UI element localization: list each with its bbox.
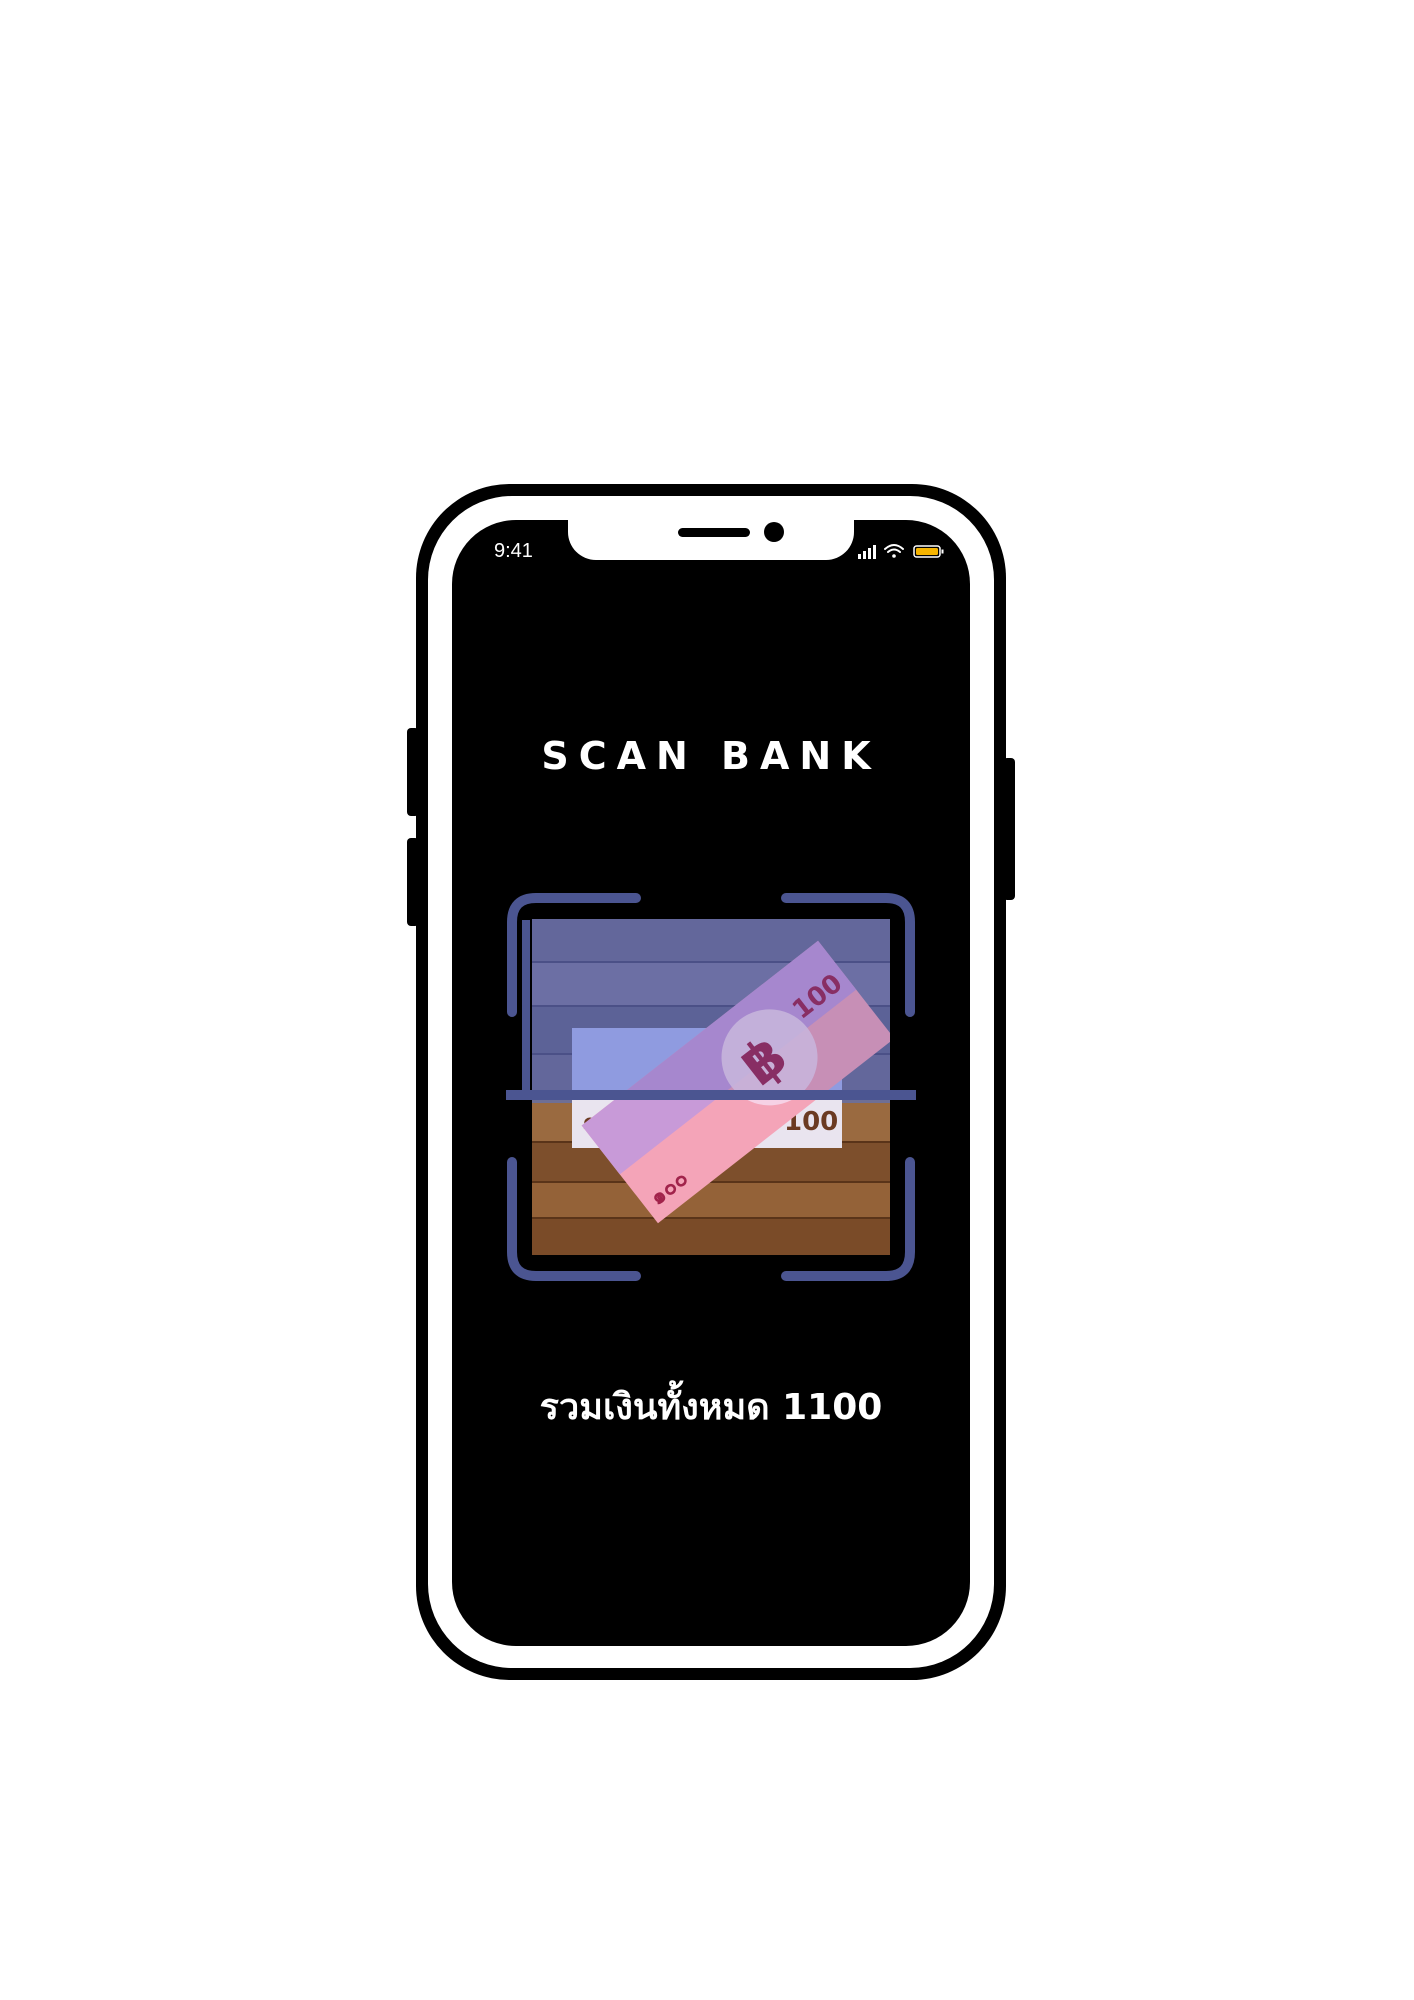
scan-viewfinder: ๑๐๐ 100 ฿ 100 ๑๐๐ [501, 893, 921, 1281]
total-amount-label: รวมเงินทั้งหมด 1100 [539, 1387, 883, 1428]
status-time: 9:41 [494, 540, 533, 562]
canvas: 9:41 SCAN BANK 100 ฿ 100 ๑๐๐ รวมเงินทั้ง… [0, 0, 1414, 2000]
phone-screen: 9:41 SCAN BANK 100 ฿ 100 ๑๐๐ รวมเงินทั้ง… [452, 520, 970, 1646]
front-camera [764, 522, 784, 542]
status-icons [858, 544, 944, 559]
scan-overlay [532, 919, 890, 1095]
speaker-grille [678, 528, 750, 537]
signal-icon [858, 545, 876, 559]
wifi-icon [884, 544, 904, 558]
scan-area[interactable]: ๑๐๐ 100 ฿ 100 ๑๐๐ [501, 892, 921, 1282]
notch [568, 520, 854, 560]
app-title: SCAN BANK [541, 734, 881, 778]
battery-icon [913, 545, 944, 558]
